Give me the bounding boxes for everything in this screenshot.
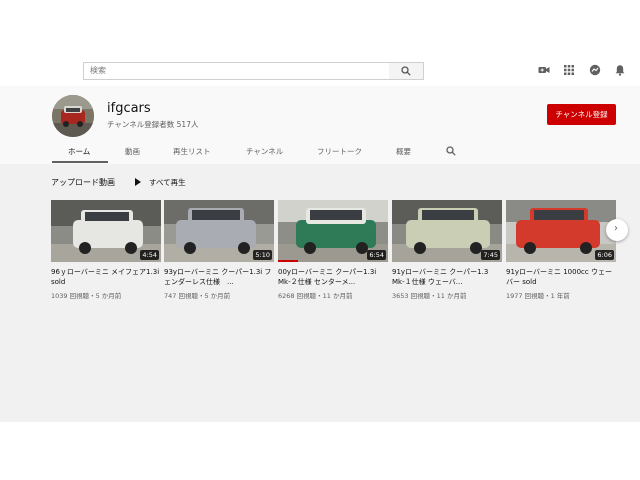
search-button[interactable] [389, 62, 424, 80]
tab-playlists[interactable]: 再生リスト [173, 146, 211, 157]
video-meta: 6268 回視聴・11 か月前 [278, 292, 353, 300]
avatar-car-image [52, 95, 94, 137]
video-duration: 5:10 [253, 250, 272, 260]
video-camera-icon[interactable] [538, 64, 550, 76]
tab-discussion[interactable]: フリートーク [317, 146, 362, 157]
video-card[interactable]: 6:06 91yローバーミニ 1000cc ウェーバー sold 1977 回視… [506, 200, 616, 300]
video-card[interactable]: 7:45 91yローバーミニ クーパー1.3 Mk-１仕様 ウェーバ... 36… [392, 200, 502, 300]
video-thumbnail[interactable]: 7:45 [392, 200, 502, 262]
video-meta: 747 回視聴・5 か月前 [164, 292, 231, 300]
play-all-button[interactable]: すべて再生 [135, 177, 186, 188]
chevron-right-icon: › [614, 223, 618, 234]
tab-home[interactable]: ホーム [68, 146, 90, 157]
search-input[interactable]: 検索 [90, 65, 380, 77]
video-thumbnail[interactable]: 6:54 [278, 200, 388, 262]
video-title[interactable]: 96ｙローバーミニ メイフェア1.3i sold [51, 267, 161, 287]
search-icon [401, 66, 411, 76]
tab-videos[interactable]: 動画 [125, 146, 140, 157]
play-icon [135, 178, 141, 186]
play-all-label: すべて再生 [149, 178, 186, 187]
masthead: 検索 [0, 0, 640, 86]
section-title[interactable]: アップロード動画 [51, 177, 115, 188]
video-card[interactable]: 4:54 96ｙローバーミニ メイフェア1.3i sold 1039 回視聴・5… [51, 200, 161, 300]
subscribe-button[interactable]: チャンネル登録 [547, 104, 616, 125]
video-card[interactable]: 5:10 93yローバーミニ クーパー1.3i フェンダーレス仕様 ... 74… [164, 200, 274, 300]
video-meta: 3653 回視聴・11 か月前 [392, 292, 467, 300]
video-title[interactable]: 91yローバーミニ 1000cc ウェーバー sold [506, 267, 616, 287]
video-title[interactable]: 91yローバーミニ クーパー1.3 Mk-１仕様 ウェーバ... [392, 267, 502, 287]
video-duration: 4:54 [140, 250, 159, 260]
apps-grid-icon[interactable] [563, 64, 575, 76]
watch-progress-bar [278, 260, 298, 262]
video-thumbnail[interactable]: 6:06 [506, 200, 616, 262]
video-duration: 6:06 [595, 250, 614, 260]
messages-icon[interactable] [589, 64, 601, 76]
search-box[interactable]: 検索 [83, 62, 391, 80]
video-card[interactable]: 6:54 00yローバーミニ クーパー1.3i Mk-２仕様 センターメ... … [278, 200, 388, 300]
video-meta: 1039 回視聴・5 か月前 [51, 292, 122, 300]
tab-about[interactable]: 概要 [396, 146, 411, 157]
video-title[interactable]: 93yローバーミニ クーパー1.3i フェンダーレス仕様 ... [164, 267, 274, 287]
video-thumbnail[interactable]: 4:54 [51, 200, 161, 262]
channel-avatar[interactable] [52, 95, 94, 137]
channel-name[interactable]: ifgcars [107, 101, 151, 116]
tab-channels[interactable]: チャンネル [246, 146, 283, 157]
video-thumbnail[interactable]: 5:10 [164, 200, 274, 262]
video-duration: 7:45 [481, 250, 500, 260]
carousel-next-button[interactable]: › [606, 219, 628, 241]
video-meta: 1977 回視聴・1 年前 [506, 292, 570, 300]
video-title[interactable]: 00yローバーミニ クーパー1.3i Mk-２仕様 センターメ... [278, 267, 388, 287]
channel-search-icon[interactable] [446, 146, 456, 156]
active-tab-indicator [52, 161, 108, 163]
subscriber-count: チャンネル登録者数 517人 [107, 120, 199, 129]
video-duration: 6:54 [367, 250, 386, 260]
bell-icon[interactable] [614, 64, 626, 76]
